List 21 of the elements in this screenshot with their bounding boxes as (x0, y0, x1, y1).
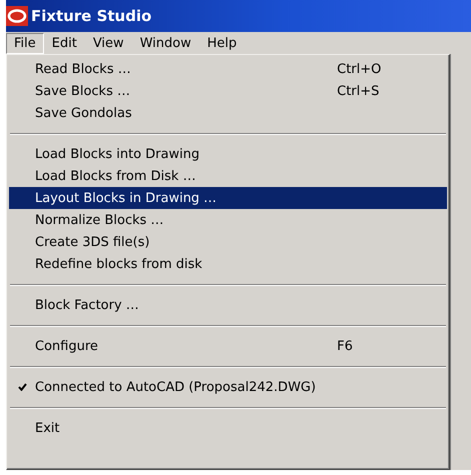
menu-item[interactable]: Read Blocks … Ctrl+O (9, 58, 447, 80)
menu-item[interactable]: Redefine blocks from disk (9, 253, 447, 275)
check-icon (18, 383, 26, 391)
menu-item[interactable]: Load Blocks into Drawing (9, 143, 447, 165)
menu-item[interactable]: Create 3DS file(s) (9, 231, 447, 253)
menu-bar-item[interactable]: File (6, 32, 44, 54)
menu-bar-item[interactable]: Edit (44, 32, 85, 54)
menu-item[interactable]: Configure F6 (9, 335, 447, 357)
menu-bar-item[interactable]: View (84, 32, 132, 54)
menu-item[interactable]: Connected to AutoCAD (Proposal242.DWG) (9, 376, 447, 398)
menu-bar-item[interactable]: Window (132, 32, 200, 54)
menu-bar-item[interactable]: Help (199, 32, 245, 54)
menu-item[interactable]: Normalize Blocks … (9, 209, 447, 231)
menu-item[interactable]: Layout Blocks in Drawing … (9, 187, 447, 209)
menu-item[interactable]: Exit (9, 417, 447, 439)
menu-item[interactable]: Save Gondolas (9, 102, 447, 124)
menu-item[interactable]: Block Factory … (9, 294, 447, 316)
window-title: Fixture Studio (31, 7, 152, 25)
menu-item[interactable]: Load Blocks from Disk … (9, 165, 447, 187)
menu-item[interactable]: Save Blocks … Ctrl+S (9, 80, 447, 102)
ring-logo-icon (6, 6, 28, 26)
